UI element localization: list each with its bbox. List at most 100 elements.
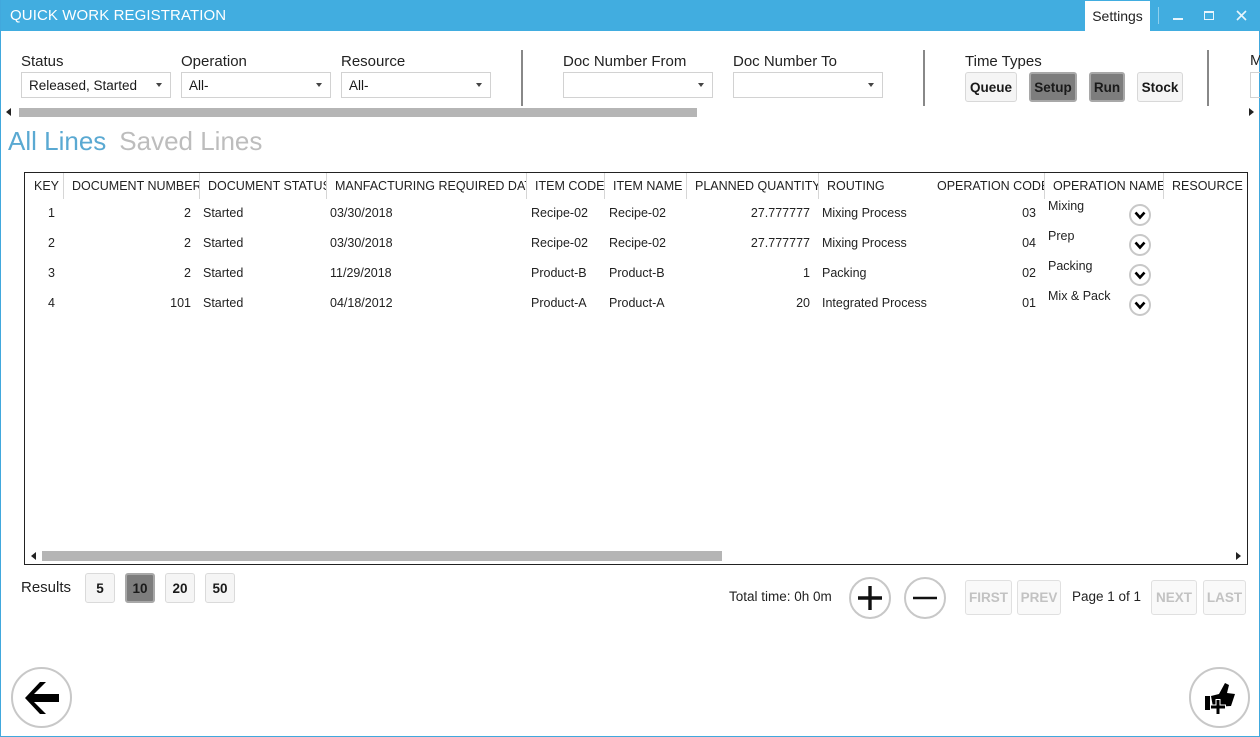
filter-horizontal-scrollbar[interactable] [6,106,1256,118]
cell-planned-quantity: 20 [796,296,810,310]
cell-key: 3 [48,266,55,280]
results-5-button[interactable]: 5 [85,573,115,603]
cell-document-number: 2 [184,206,191,220]
resource-filter: Resource All- [341,52,491,98]
settings-button[interactable]: Settings [1085,1,1150,31]
table-row[interactable]: 2 2 Started 03/30/2018 Recipe-02 Recipe-02 27.… [25,229,1247,259]
time-type-setup-button[interactable]: Setup [1029,72,1077,102]
cell-routing: Packing [822,266,867,280]
operation-dropdown[interactable]: All- [181,72,331,98]
status-dropdown[interactable]: Released, Started [21,72,171,98]
cell-planned-quantity: 27.777777 [750,206,810,220]
chevron-down-icon [1134,241,1146,250]
title-bar: QUICK WORK REGISTRATION Settings [1,0,1260,31]
operation-expand-button[interactable] [1129,294,1151,316]
cell-item-code: Product-A [531,296,587,310]
dropdown-caret-icon [698,83,704,87]
minimize-button[interactable] [1161,0,1195,31]
grid-horizontal-scrollbar[interactable] [29,550,1243,562]
resource-dropdown[interactable]: All- [341,72,491,98]
column-header-document-status[interactable]: DOCUMENT STATUS [199,173,326,199]
resource-value: All- [349,77,369,93]
table-row[interactable]: 1 2 Started 03/30/2018 Recipe-02 Recipe-02 27.… [25,199,1247,229]
time-type-queue-button[interactable]: Queue [965,72,1017,102]
arrow-left-icon [24,681,59,714]
column-header-operation-code[interactable]: OPERATION CODE [928,173,1044,199]
column-header-routing[interactable]: ROUTING [818,173,928,199]
column-header-document-number[interactable]: DOCUMENT NUMBER [63,173,199,199]
cell-operation-name: Prep [1048,229,1075,243]
column-header-operation-name[interactable]: OPERATION NAME [1044,173,1163,199]
time-type-stock-button[interactable]: Stock [1137,72,1183,102]
column-header-required-date[interactable]: MANFACTURING REQUIRED DATE [326,173,526,199]
tab-saved-lines[interactable]: Saved Lines [119,126,262,157]
scroll-left-icon[interactable] [31,552,36,560]
results-20-button[interactable]: 20 [165,573,195,603]
app-window: QUICK WORK REGISTRATION Settings Status … [0,0,1260,737]
column-header-key[interactable]: KEY [25,173,63,199]
dropdown-caret-icon [476,83,482,87]
register-work-button[interactable] [1189,667,1250,728]
subtract-time-button[interactable] [904,577,946,619]
cell-item-name: Product-B [609,266,665,280]
pager-first-button[interactable]: FIRST [965,580,1012,615]
time-types-filter: Time Types Queue Setup Run Stock [965,52,1183,102]
close-icon [1235,10,1247,21]
operation-expand-button[interactable] [1129,204,1151,226]
operation-expand-button[interactable] [1129,234,1151,256]
cell-required-date: 04/18/2012 [330,296,393,310]
scroll-right-icon[interactable] [1249,108,1254,116]
cell-item-name: Recipe-02 [609,206,666,220]
doc-number-from-dropdown[interactable] [563,72,713,98]
cell-operation-name: Packing [1048,259,1093,273]
column-header-item-name[interactable]: ITEM NAME [604,173,686,199]
cell-document-status: Started [203,206,244,220]
filter-separator [1207,50,1209,106]
doc-number-to-dropdown[interactable] [733,72,883,98]
chevron-down-icon [1134,301,1146,310]
close-button[interactable] [1224,0,1258,31]
pager-next-button[interactable]: NEXT [1151,580,1197,615]
filter-separator [923,50,925,106]
pager-prev-button[interactable]: PREV [1017,580,1061,615]
back-button[interactable] [11,667,72,728]
line-tabs: All Lines Saved Lines [8,126,262,157]
time-type-run-button[interactable]: Run [1089,72,1125,102]
cell-operation-code: 03 [1022,206,1036,220]
time-types-label: Time Types [965,53,1042,70]
pager-last-button[interactable]: LAST [1203,580,1246,615]
tab-all-lines[interactable]: All Lines [8,126,106,157]
status-value: Released, Started [29,77,138,93]
cell-required-date: 03/30/2018 [330,206,393,220]
results-50-button[interactable]: 50 [205,573,235,603]
cell-item-code: Recipe-02 [531,236,588,250]
add-time-button[interactable] [849,577,891,619]
column-header-planned-quantity[interactable]: PLANNED QUANTITY [686,173,818,199]
cell-required-date: 03/30/2018 [330,236,393,250]
cell-item-code: Product-B [531,266,587,280]
operation-value: All- [189,77,209,93]
dropdown-caret-icon [156,83,162,87]
scroll-right-icon[interactable] [1236,552,1241,560]
doc-number-from-filter: Doc Number From [563,52,713,98]
cell-routing: Integrated Process [822,296,927,310]
scroll-left-icon[interactable] [6,108,11,116]
lines-grid: KEY DOCUMENT NUMBER DOCUMENT STATUS MANF… [24,172,1248,565]
scrollbar-thumb[interactable] [19,108,697,117]
operation-expand-button[interactable] [1129,264,1151,286]
column-header-item-code[interactable]: ITEM CODE [526,173,604,199]
table-row[interactable]: 4 101 Started 04/18/2012 Product-A Product-A 2… [25,289,1247,319]
thumbs-up-add-icon [1204,682,1235,715]
total-time: Total time: 0h 0m [729,589,832,604]
results-10-button[interactable]: 10 [125,573,155,603]
cell-document-number: 101 [170,296,191,310]
partial-filter-input[interactable] [1250,72,1260,98]
doc-number-to-filter: Doc Number To [733,52,883,98]
maximize-button[interactable] [1192,0,1226,31]
cell-item-name: Product-A [609,296,665,310]
scrollbar-thumb[interactable] [42,551,722,561]
table-row[interactable]: 3 2 Started 11/29/2018 Product-B Product-B 1 Pa… [25,259,1247,289]
chevron-down-icon [1134,271,1146,280]
column-header-resource-code[interactable]: RESOURCE CO [1163,173,1247,199]
dropdown-caret-icon [316,83,322,87]
